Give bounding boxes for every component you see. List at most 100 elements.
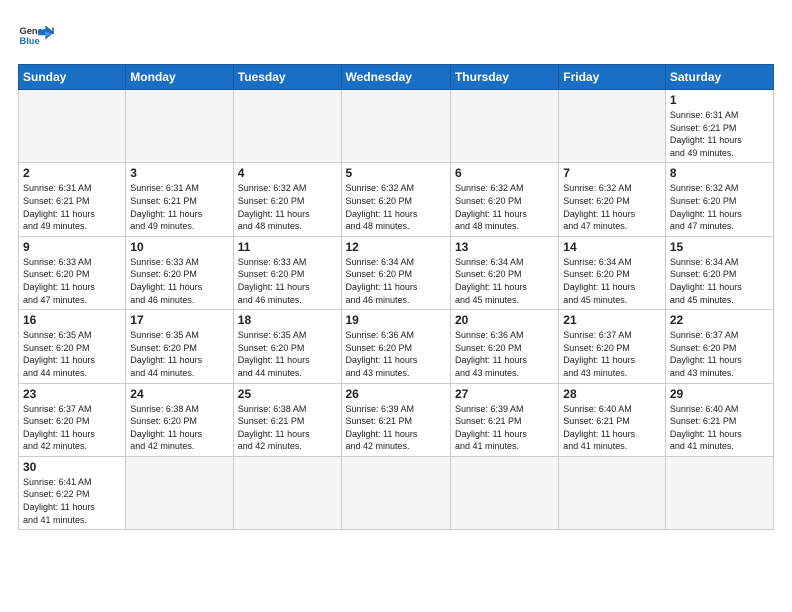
day-info: Sunrise: 6:34 AM Sunset: 6:20 PM Dayligh… (455, 256, 554, 306)
calendar-day-cell: 12Sunrise: 6:34 AM Sunset: 6:20 PM Dayli… (341, 236, 450, 309)
calendar-day-cell: 11 Sunrise: 6:33 AM Sunset: 6:20 PM Dayli… (233, 236, 341, 309)
day-number: 17 (130, 313, 228, 327)
calendar-day-cell (19, 90, 126, 163)
calendar-day-cell: 7Sunrise: 6:32 AM Sunset: 6:20 PM Daylig… (559, 163, 666, 236)
weekday-header-row: SundayMondayTuesdayWednesdayThursdayFrid… (19, 65, 774, 90)
calendar-week-row: 23 Sunrise: 6:37 AM Sunset: 6:20 PM Dayli… (19, 383, 774, 456)
day-info: Sunrise: 6:31 AM Sunset: 6:21 PM Dayligh… (670, 109, 769, 159)
calendar-day-cell (559, 456, 666, 529)
calendar-day-cell: 13 Sunrise: 6:34 AM Sunset: 6:20 PM Dayli… (450, 236, 558, 309)
calendar-day-cell: 14Sunrise: 6:34 AM Sunset: 6:20 PM Dayli… (559, 236, 666, 309)
day-number: 7 (563, 166, 661, 180)
weekday-header-thursday: Thursday (450, 65, 558, 90)
calendar-day-cell (665, 456, 773, 529)
day-info: Sunrise: 6:33 AM Sunset: 6:20 PM Dayligh… (23, 256, 121, 306)
day-number: 20 (455, 313, 554, 327)
day-info: Sunrise: 6:32 AM Sunset: 6:20 PM Dayligh… (670, 182, 769, 232)
weekday-header-saturday: Saturday (665, 65, 773, 90)
day-number: 15 (670, 240, 769, 254)
calendar-day-cell: 25 Sunrise: 6:38 AM Sunset: 6:21 PM Dayli… (233, 383, 341, 456)
day-info: Sunrise: 6:36 AM Sunset: 6:20 PM Dayligh… (346, 329, 446, 379)
calendar-day-cell: 20 Sunrise: 6:36 AM Sunset: 6:20 PM Dayli… (450, 310, 558, 383)
calendar-day-cell: 30Sunrise: 6:41 AM Sunset: 6:22 PM Dayli… (19, 456, 126, 529)
day-info: Sunrise: 6:37 AM Sunset: 6:20 PM Dayligh… (563, 329, 661, 379)
day-number: 16 (23, 313, 121, 327)
day-number: 23 (23, 387, 121, 401)
weekday-header-monday: Monday (126, 65, 233, 90)
svg-text:Blue: Blue (19, 36, 39, 46)
calendar-week-row: 16 Sunrise: 6:35 AM Sunset: 6:20 PM Dayli… (19, 310, 774, 383)
day-info: Sunrise: 6:38 AM Sunset: 6:20 PM Dayligh… (130, 403, 228, 453)
weekday-header-tuesday: Tuesday (233, 65, 341, 90)
day-number: 3 (130, 166, 228, 180)
day-number: 18 (238, 313, 337, 327)
day-info: Sunrise: 6:34 AM Sunset: 6:20 PM Dayligh… (670, 256, 769, 306)
calendar-week-row: 9 Sunrise: 6:33 AM Sunset: 6:20 PM Daylig… (19, 236, 774, 309)
calendar-day-cell (233, 456, 341, 529)
day-info: Sunrise: 6:36 AM Sunset: 6:20 PM Dayligh… (455, 329, 554, 379)
calendar-day-cell: 22Sunrise: 6:37 AM Sunset: 6:20 PM Dayli… (665, 310, 773, 383)
day-info: Sunrise: 6:41 AM Sunset: 6:22 PM Dayligh… (23, 476, 121, 526)
calendar-day-cell (233, 90, 341, 163)
day-number: 4 (238, 166, 337, 180)
calendar-day-cell: 17 Sunrise: 6:35 AM Sunset: 6:20 PM Dayli… (126, 310, 233, 383)
calendar-day-cell: 4 Sunrise: 6:32 AM Sunset: 6:20 PM Daylig… (233, 163, 341, 236)
header: General Blue (18, 18, 774, 54)
calendar-day-cell: 18 Sunrise: 6:35 AM Sunset: 6:20 PM Dayli… (233, 310, 341, 383)
day-number: 1 (670, 93, 769, 107)
day-number: 25 (238, 387, 337, 401)
day-info: Sunrise: 6:35 AM Sunset: 6:20 PM Dayligh… (23, 329, 121, 379)
day-info: Sunrise: 6:33 AM Sunset: 6:20 PM Dayligh… (238, 256, 337, 306)
day-info: Sunrise: 6:31 AM Sunset: 6:21 PM Dayligh… (23, 182, 121, 232)
calendar-day-cell: 9 Sunrise: 6:33 AM Sunset: 6:20 PM Daylig… (19, 236, 126, 309)
logo: General Blue (18, 18, 54, 54)
calendar-day-cell: 19Sunrise: 6:36 AM Sunset: 6:20 PM Dayli… (341, 310, 450, 383)
calendar-table: SundayMondayTuesdayWednesdayThursdayFrid… (18, 64, 774, 530)
day-number: 24 (130, 387, 228, 401)
calendar-day-cell: 21Sunrise: 6:37 AM Sunset: 6:20 PM Dayli… (559, 310, 666, 383)
day-info: Sunrise: 6:32 AM Sunset: 6:20 PM Dayligh… (455, 182, 554, 232)
calendar-day-cell: 27Sunrise: 6:39 AM Sunset: 6:21 PM Dayli… (450, 383, 558, 456)
calendar-day-cell (341, 90, 450, 163)
calendar-day-cell: 8Sunrise: 6:32 AM Sunset: 6:20 PM Daylig… (665, 163, 773, 236)
calendar-day-cell: 15 Sunrise: 6:34 AM Sunset: 6:20 PM Dayli… (665, 236, 773, 309)
calendar-day-cell: 24 Sunrise: 6:38 AM Sunset: 6:20 PM Dayli… (126, 383, 233, 456)
day-info: Sunrise: 6:32 AM Sunset: 6:20 PM Dayligh… (346, 182, 446, 232)
calendar-day-cell: 29 Sunrise: 6:40 AM Sunset: 6:21 PM Dayli… (665, 383, 773, 456)
calendar-week-row: 2 Sunrise: 6:31 AM Sunset: 6:21 PM Daylig… (19, 163, 774, 236)
day-info: Sunrise: 6:32 AM Sunset: 6:20 PM Dayligh… (238, 182, 337, 232)
day-info: Sunrise: 6:34 AM Sunset: 6:20 PM Dayligh… (563, 256, 661, 306)
day-info: Sunrise: 6:35 AM Sunset: 6:20 PM Dayligh… (238, 329, 337, 379)
day-number: 13 (455, 240, 554, 254)
calendar-week-row: 30Sunrise: 6:41 AM Sunset: 6:22 PM Dayli… (19, 456, 774, 529)
calendar-day-cell: 3Sunrise: 6:31 AM Sunset: 6:21 PM Daylig… (126, 163, 233, 236)
day-info: Sunrise: 6:35 AM Sunset: 6:20 PM Dayligh… (130, 329, 228, 379)
calendar-day-cell (341, 456, 450, 529)
day-number: 10 (130, 240, 228, 254)
day-info: Sunrise: 6:38 AM Sunset: 6:21 PM Dayligh… (238, 403, 337, 453)
day-number: 29 (670, 387, 769, 401)
day-info: Sunrise: 6:39 AM Sunset: 6:21 PM Dayligh… (346, 403, 446, 453)
day-number: 26 (346, 387, 446, 401)
weekday-header-friday: Friday (559, 65, 666, 90)
day-number: 28 (563, 387, 661, 401)
calendar-day-cell: 2 Sunrise: 6:31 AM Sunset: 6:21 PM Daylig… (19, 163, 126, 236)
weekday-header-wednesday: Wednesday (341, 65, 450, 90)
day-number: 9 (23, 240, 121, 254)
day-info: Sunrise: 6:40 AM Sunset: 6:21 PM Dayligh… (563, 403, 661, 453)
day-number: 27 (455, 387, 554, 401)
day-number: 11 (238, 240, 337, 254)
day-info: Sunrise: 6:40 AM Sunset: 6:21 PM Dayligh… (670, 403, 769, 453)
day-info: Sunrise: 6:37 AM Sunset: 6:20 PM Dayligh… (23, 403, 121, 453)
day-info: Sunrise: 6:33 AM Sunset: 6:20 PM Dayligh… (130, 256, 228, 306)
day-number: 2 (23, 166, 121, 180)
calendar-week-row: 1 Sunrise: 6:31 AM Sunset: 6:21 PM Daylig… (19, 90, 774, 163)
calendar-day-cell (126, 90, 233, 163)
day-info: Sunrise: 6:34 AM Sunset: 6:20 PM Dayligh… (346, 256, 446, 306)
calendar-day-cell: 6 Sunrise: 6:32 AM Sunset: 6:20 PM Daylig… (450, 163, 558, 236)
day-number: 6 (455, 166, 554, 180)
calendar-day-cell: 5Sunrise: 6:32 AM Sunset: 6:20 PM Daylig… (341, 163, 450, 236)
calendar-day-cell (450, 90, 558, 163)
calendar-day-cell (450, 456, 558, 529)
calendar-day-cell (559, 90, 666, 163)
